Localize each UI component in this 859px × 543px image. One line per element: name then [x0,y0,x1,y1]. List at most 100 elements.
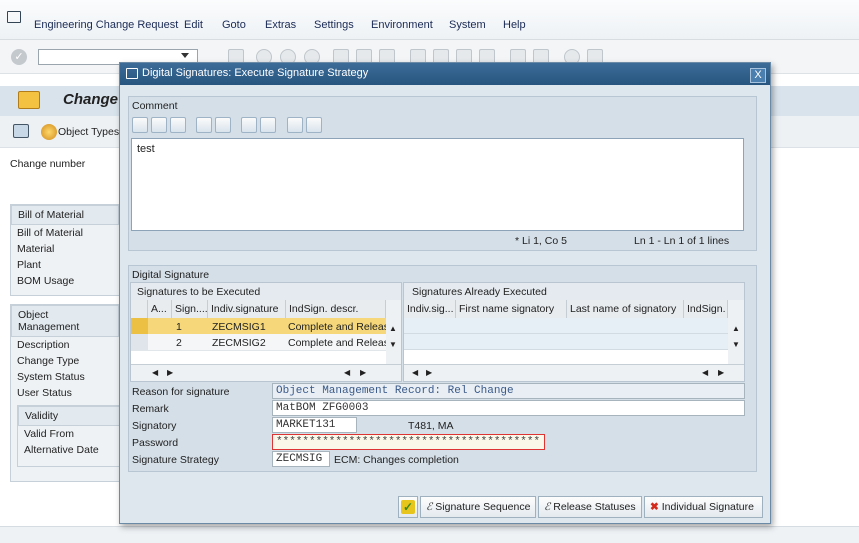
vertical-scrollbar[interactable]: ▲ ▼ [728,300,744,364]
digital-signature-label: Digital Signature [132,269,210,281]
import-icon[interactable] [287,117,303,133]
menu-settings[interactable]: Settings [314,19,354,31]
material-row: Material [17,243,55,255]
confirm-button[interactable]: ✓ [398,496,418,518]
change-type-row: Change Type [17,355,80,367]
scroll-left-icon[interactable]: ◀ [702,368,708,377]
comment-textarea[interactable]: test [131,138,744,231]
left-table-header: A... Sign.... Indiv.signature IndSign. d… [131,300,401,318]
menu-system[interactable]: System [449,19,486,31]
menu-edit[interactable]: Edit [184,19,203,31]
menu-extras[interactable]: Extras [265,19,296,31]
app-menu-icon[interactable] [7,11,21,23]
left-table-title: Signatures to be Executed [131,283,401,300]
release-statuses-label: Release Statuses [553,501,636,513]
table-row[interactable]: 2 ZECMSIG2 Complete and Release [131,334,395,350]
table-row[interactable] [404,318,728,334]
col-sign[interactable]: Sign.... [172,300,208,318]
comment-label: Comment [132,100,178,112]
row1-indiv: ZECMSIG1 [212,321,266,333]
validity-section: Validity Valid From Alternative Date [17,405,121,467]
signature-sequence-button[interactable]: ℰ Signature Sequence [420,496,536,518]
find-icon[interactable] [241,117,257,133]
right-table-title: Signatures Already Executed [404,283,744,300]
scroll-left-icon[interactable]: ◀ [344,368,350,377]
close-icon[interactable]: X [750,68,766,83]
find-replace-icon[interactable] [260,117,276,133]
scroll-up-icon[interactable]: ▲ [389,324,397,333]
strategy-field: ZECMSIG [272,451,330,467]
row-selector[interactable] [131,318,148,334]
signatory-field: MARKET131 [272,417,357,433]
row2-descr: Complete and Release [288,337,395,349]
cancel-x-icon: ✖ [650,501,659,513]
horizontal-scrollbar[interactable]: ◀ ▶ ◀ ▶ [404,364,744,381]
col-last-name[interactable]: Last name of signatory [567,300,684,318]
redo-icon[interactable] [215,117,231,133]
col-first-name[interactable]: First name signatory [456,300,567,318]
signature-sequence-label: Signature Sequence [435,501,531,513]
scroll-left-icon[interactable]: ◀ [152,368,158,377]
strategy-label: Signature Strategy [132,454,219,466]
menu-engineering-change-request[interactable]: Engineering Change Request [34,19,178,31]
signatures-executed-table: Signatures Already Executed Indiv.sig...… [403,282,745,382]
col-indiv-sig[interactable]: Indiv.sig... [404,300,456,318]
reason-label: Reason for signature [132,386,230,398]
vertical-scrollbar[interactable]: ▲ ▼ [386,300,401,364]
undo-icon[interactable] [196,117,212,133]
right-table-header: Indiv.sig... First name signatory Last n… [404,300,744,318]
table-row[interactable]: 1 ZECMSIG1 Complete and Release [131,318,395,334]
page-title: Change [63,91,119,108]
scroll-down-icon[interactable]: ▼ [389,340,397,349]
change-number-label: Change number [10,158,86,170]
digital-signatures-dialog: Digital Signatures: Execute Signature St… [119,62,771,524]
col-indsign[interactable]: IndSign. [684,300,728,318]
alternative-date-row: Alternative Date [24,444,99,456]
cut-icon[interactable] [132,117,148,133]
col-a[interactable]: A... [148,300,172,318]
object-types-icon[interactable] [41,124,57,140]
enter-check-icon[interactable]: ✓ [11,49,27,65]
scroll-down-icon[interactable]: ▼ [732,340,740,349]
checkmark-icon: ✓ [401,500,415,514]
scroll-up-icon[interactable]: ▲ [732,324,740,333]
signatory-name: T481, MA [408,420,454,432]
display-object-icon[interactable] [13,124,29,138]
menu-help[interactable]: Help [503,19,526,31]
scroll-left-icon[interactable]: ◀ [412,368,418,377]
col-indiv-signature[interactable]: Indiv.signature [208,300,286,318]
row1-descr: Complete and Release [288,321,395,333]
release-statuses-button[interactable]: ℰ Release Statuses [538,496,642,518]
object-management-title: Object Management [11,305,119,337]
comment-group: Comment test * Li 1, Co 5 Ln 1 - Ln 1 of… [128,96,757,251]
digital-signature-group: Digital Signature Signatures to be Execu… [128,265,757,472]
password-field[interactable]: **************************************** [272,434,545,450]
col-indsign-descr[interactable]: IndSign. descr. [286,300,386,318]
dialog-title-bar: Digital Signatures: Execute Signature St… [120,63,770,85]
object-types-button[interactable]: Object Types [58,126,119,138]
menu-environment[interactable]: Environment [371,19,433,31]
row-selector[interactable] [131,334,148,350]
select-column-header[interactable] [131,300,148,318]
bom-section: Bill of Material Bill of Material Materi… [10,204,120,296]
row1-sign: 1 [176,321,182,333]
scroll-right-icon[interactable]: ▶ [426,368,432,377]
table-row[interactable] [404,334,728,350]
command-dropdown-icon[interactable] [181,53,189,58]
dialog-title: Digital Signatures: Execute Signature St… [142,67,369,79]
export-icon[interactable] [306,117,322,133]
individual-signature-button[interactable]: ✖ Individual Signature [644,496,763,518]
paste-icon[interactable] [170,117,186,133]
signature-icon: ℰ [426,501,433,513]
scroll-right-icon[interactable]: ▶ [360,368,366,377]
bottom-bar [0,526,859,543]
password-label: Password [132,437,179,449]
scroll-right-icon[interactable]: ▶ [718,368,724,377]
row2-indiv: ZECMSIG2 [212,337,266,349]
remark-field[interactable]: MatBOM ZFG0003 [272,400,745,416]
horizontal-scrollbar[interactable]: ◀ ▶ ◀ ▶ [131,364,401,381]
valid-from-row: Valid From [24,428,74,440]
scroll-right-icon[interactable]: ▶ [167,368,173,377]
copy-icon[interactable] [151,117,167,133]
menu-goto[interactable]: Goto [222,19,246,31]
